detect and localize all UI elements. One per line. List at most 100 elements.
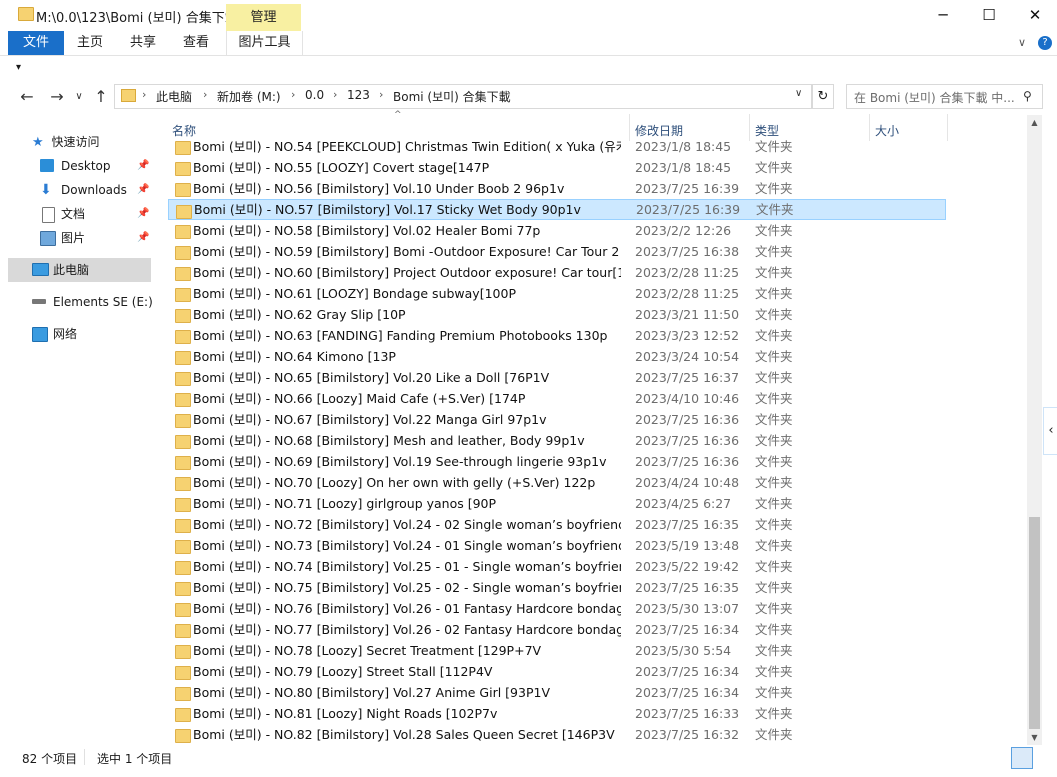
file-row[interactable]: Bomi (보미) - NO.81 [Loozy] Night Roads [1… [168, 703, 944, 724]
folder-icon [175, 351, 191, 365]
column-divider[interactable] [947, 114, 948, 141]
file-row[interactable]: Bomi (보미) - NO.82 [Bimilstory] Vol.28 Sa… [168, 724, 944, 745]
sidebar-item-documents[interactable]: 文档 📌 [40, 203, 152, 225]
file-row[interactable]: Bomi (보미) - NO.57 [Bimilstory] Vol.17 St… [168, 199, 946, 220]
selection-count: 选中 1 个项目 [97, 752, 173, 766]
file-row[interactable]: Bomi (보미) - NO.59 [Bimilstory] Bomi -Out… [168, 241, 944, 262]
tab-picture-tools[interactable]: 图片工具 [226, 31, 303, 55]
forward-arrow-icon[interactable]: → [46, 86, 68, 108]
column-header-date[interactable]: 修改日期 [635, 121, 683, 141]
file-row[interactable]: Bomi (보미) - NO.58 [Bimilstory] Vol.02 He… [168, 220, 944, 241]
breadcrumb-folder-123[interactable]: 123 [347, 88, 370, 102]
column-divider[interactable] [869, 114, 870, 141]
file-row[interactable]: Bomi (보미) - NO.69 [Bimilstory] Vol.19 Se… [168, 451, 944, 472]
file-row[interactable]: Bomi (보미) - NO.66 [Loozy] Maid Cafe (+S.… [168, 388, 944, 409]
breadcrumb-current-folder[interactable]: Bomi (보미) 合集下載 [393, 88, 511, 105]
file-row[interactable]: Bomi (보미) - NO.76 [Bimilstory] Vol.26 - … [168, 598, 944, 619]
file-type: 文件夹 [755, 349, 793, 364]
search-input[interactable]: 在 Bomi (보미) 合集下載 中... ⚲ [846, 84, 1043, 109]
file-row[interactable]: Bomi (보미) - NO.62 Gray Slip [10P 2023/3/2… [168, 304, 944, 325]
file-row[interactable]: Bomi (보미) - NO.65 [Bimilstory] Vol.20 Li… [168, 367, 944, 388]
address-bar[interactable]: › 此电脑 › 新加卷 (M:) › 0.0 › 123 › Bomi (보미)… [114, 84, 812, 109]
folder-icon [175, 162, 191, 176]
file-row[interactable]: Bomi (보미) - NO.73 [Bimilstory] Vol.24 - … [168, 535, 944, 556]
refresh-icon[interactable]: ↻ [812, 84, 834, 109]
file-row[interactable]: Bomi (보미) - NO.78 [Loozy] Secret Treatme… [168, 640, 944, 661]
preview-pane-toggle[interactable]: ‹ [1043, 407, 1057, 455]
file-row[interactable]: Bomi (보미) - NO.68 [Bimilstory] Mesh and … [168, 430, 944, 451]
file-type: 文件夹 [755, 727, 793, 742]
file-row[interactable]: Bomi (보미) - NO.55 [LOOZY] Covert stage[1… [168, 157, 944, 178]
help-icon[interactable]: ? [1038, 36, 1052, 50]
breadcrumb-this-pc[interactable]: 此电脑 [156, 88, 192, 105]
sidebar-item-pictures[interactable]: 图片 📌 [40, 227, 152, 249]
file-type: 文件夹 [755, 559, 793, 574]
sidebar-item-quick-access[interactable]: ★ 快速访问 [32, 131, 100, 153]
file-name: Bomi (보미) - NO.76 [Bimilstory] Vol.26 - … [193, 601, 621, 616]
file-row[interactable]: Bomi (보미) - NO.64 Kimono [13P 2023/3/24 1… [168, 346, 944, 367]
chevron-right-icon[interactable]: › [142, 88, 146, 101]
tab-view[interactable]: 查看 [174, 31, 218, 55]
file-row[interactable]: Bomi (보미) - NO.80 [Bimilstory] Vol.27 An… [168, 682, 944, 703]
file-row[interactable]: Bomi (보미) - NO.56 [Bimilstory] Vol.10 Un… [168, 178, 944, 199]
file-row[interactable]: Bomi (보미) - NO.72 [Bimilstory] Vol.24 - … [168, 514, 944, 535]
details-view-icon[interactable] [1011, 747, 1033, 769]
sidebar-item-desktop[interactable]: Desktop 📌 [40, 155, 152, 177]
pin-icon[interactable]: 📌 [137, 203, 149, 225]
folder-icon [175, 519, 191, 533]
folder-icon [175, 225, 191, 239]
scroll-up-icon[interactable]: ▲ [1027, 115, 1042, 130]
file-type: 文件夹 [755, 433, 793, 448]
folder-icon [175, 309, 191, 323]
recent-dropdown-icon[interactable]: ∨ [72, 86, 86, 108]
folder-icon [175, 288, 191, 302]
column-divider[interactable] [749, 114, 750, 141]
file-row[interactable]: Bomi (보미) - NO.75 [Bimilstory] Vol.25 - … [168, 577, 944, 598]
pin-icon[interactable]: 📌 [137, 179, 149, 201]
close-button[interactable]: ✕ [1012, 0, 1057, 31]
back-arrow-icon[interactable]: ← [16, 86, 38, 108]
column-header-type[interactable]: 类型 [755, 121, 779, 141]
tab-home[interactable]: 主页 [68, 31, 112, 55]
breadcrumb-folder-0-0[interactable]: 0.0 [305, 88, 324, 102]
column-header-name[interactable]: 名称 [172, 121, 196, 141]
file-row[interactable]: Bomi (보미) - NO.70 [Loozy] On her own wit… [168, 472, 944, 493]
scroll-down-icon[interactable]: ▼ [1027, 730, 1042, 745]
tab-manage[interactable]: 管理 [226, 4, 301, 31]
file-row[interactable]: Bomi (보미) - NO.77 [Bimilstory] Vol.26 - … [168, 619, 944, 640]
file-row[interactable]: Bomi (보미) - NO.60 [Bimilstory] Project O… [168, 262, 944, 283]
file-type: 文件夹 [755, 265, 793, 280]
chevron-down-icon[interactable]: ∨ [1018, 36, 1026, 49]
folder-icon [175, 456, 191, 470]
file-row[interactable]: Bomi (보미) - NO.79 [Loozy] Street Stall [… [168, 661, 944, 682]
chevron-right-icon[interactable]: › [291, 88, 295, 101]
file-row[interactable]: Bomi (보미) - NO.54 [PEEKCLOUD] Christmas … [168, 140, 944, 157]
file-row[interactable]: Bomi (보미) - NO.63 [FANDING] Fanding Prem… [168, 325, 944, 346]
minimize-button[interactable]: ─ [920, 0, 966, 31]
large-icons-view-icon[interactable] [1034, 747, 1054, 767]
sidebar-item-downloads[interactable]: ⬇ Downloads 📌 [40, 179, 152, 201]
chevron-right-icon[interactable]: › [333, 88, 337, 101]
column-header-size[interactable]: 大小 [875, 121, 899, 141]
column-divider[interactable] [629, 114, 630, 141]
pin-icon[interactable]: 📌 [137, 227, 149, 249]
pin-icon[interactable]: 📌 [137, 155, 149, 177]
quick-access-toolbar-icon[interactable]: ▾ [16, 62, 21, 73]
tab-share[interactable]: 共享 [121, 31, 165, 55]
file-type: 文件夹 [755, 517, 793, 532]
chevron-right-icon[interactable]: › [203, 88, 207, 101]
chevron-right-icon[interactable]: › [379, 88, 383, 101]
chevron-down-icon[interactable]: ∨ [795, 88, 802, 99]
up-arrow-icon[interactable]: ↑ [90, 86, 112, 108]
maximize-button[interactable]: ☐ [966, 0, 1012, 31]
breadcrumb-drive[interactable]: 新加卷 (M:) [217, 88, 281, 105]
file-row[interactable]: Bomi (보미) - NO.61 [LOOZY] Bondage subway… [168, 283, 944, 304]
desktop-icon [40, 159, 54, 172]
file-row[interactable]: Bomi (보미) - NO.71 [Loozy] girlgroup yano… [168, 493, 944, 514]
file-row[interactable]: Bomi (보미) - NO.74 [Bimilstory] Vol.25 - … [168, 556, 944, 577]
tab-file[interactable]: 文件 [8, 31, 64, 55]
scrollbar-thumb[interactable] [1029, 517, 1040, 729]
file-row[interactable]: Bomi (보미) - NO.67 [Bimilstory] Vol.22 Ma… [168, 409, 944, 430]
search-icon[interactable]: ⚲ [1023, 89, 1032, 103]
file-date: 2023/7/25 16:35 [635, 580, 740, 595]
